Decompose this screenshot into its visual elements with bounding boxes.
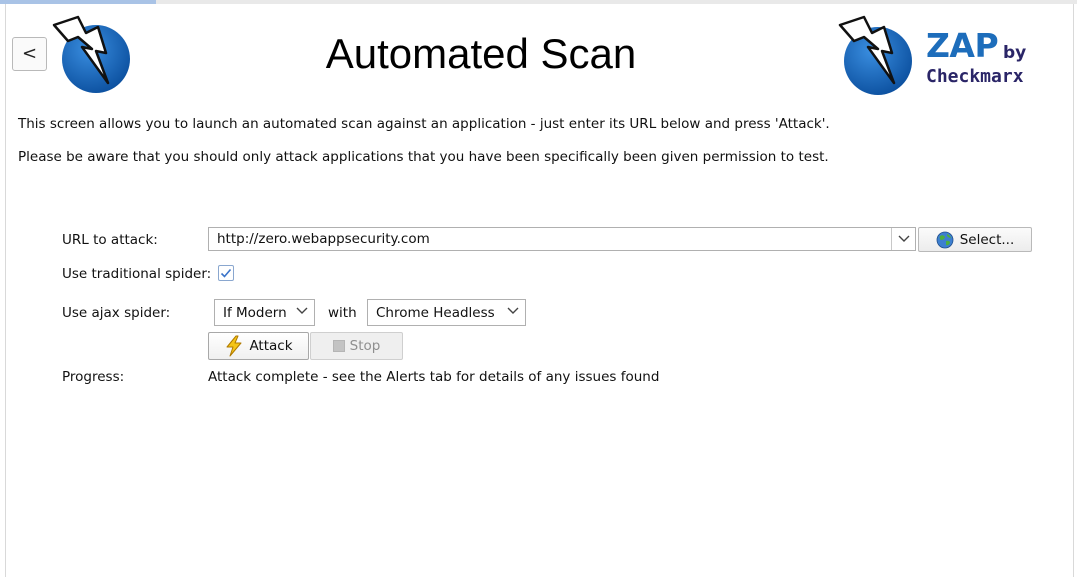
traditional-spider-label: Use traditional spider: bbox=[62, 266, 212, 282]
panel-border-left bbox=[5, 4, 6, 577]
ajax-mode-select[interactable]: If Modern bbox=[214, 299, 315, 326]
zap-logo bbox=[52, 15, 130, 93]
attack-button[interactable]: Attack bbox=[208, 332, 309, 360]
select-button-label: Select... bbox=[959, 231, 1015, 248]
browser-select[interactable]: Chrome Headless bbox=[367, 299, 526, 326]
with-label: with bbox=[328, 305, 357, 321]
ajax-spider-label: Use ajax spider: bbox=[62, 305, 171, 321]
description-line-2: Please be aware that you should only att… bbox=[18, 149, 829, 165]
attack-button-label: Attack bbox=[249, 338, 293, 354]
brand-company: Checkmarx bbox=[926, 66, 1024, 87]
panel-border-right bbox=[1073, 4, 1074, 577]
zap-brand-logo bbox=[838, 15, 912, 95]
window-top-edge bbox=[0, 0, 1077, 4]
select-button[interactable]: Select... bbox=[918, 227, 1032, 252]
url-input[interactable] bbox=[209, 228, 893, 250]
chevron-down-icon bbox=[898, 235, 909, 242]
brand-by: by bbox=[1003, 43, 1027, 63]
chevron-down-icon bbox=[507, 307, 519, 314]
checkmark-icon bbox=[220, 268, 232, 278]
traditional-spider-checkbox[interactable] bbox=[218, 265, 234, 281]
url-combobox[interactable] bbox=[208, 227, 916, 251]
chevron-down-icon bbox=[296, 307, 308, 314]
url-dropdown-button[interactable] bbox=[891, 228, 915, 250]
active-tab-indicator bbox=[0, 0, 156, 4]
url-label: URL to attack: bbox=[62, 232, 158, 248]
ajax-mode-value: If Modern bbox=[223, 304, 287, 321]
stop-button-label: Stop bbox=[349, 338, 381, 354]
lightning-icon bbox=[226, 335, 242, 357]
progress-label: Progress: bbox=[62, 369, 125, 385]
description-line-1: This screen allows you to launch an auto… bbox=[18, 116, 830, 132]
stop-icon bbox=[332, 340, 345, 352]
progress-status: Attack complete - see the Alerts tab for… bbox=[208, 369, 660, 385]
stop-button[interactable]: Stop bbox=[310, 332, 403, 360]
brand-name: ZAP bbox=[926, 26, 999, 65]
back-button[interactable]: < bbox=[12, 37, 47, 71]
page-title: Automated Scan bbox=[325, 30, 637, 77]
browser-value: Chrome Headless bbox=[376, 304, 495, 321]
globe-icon bbox=[936, 231, 954, 248]
